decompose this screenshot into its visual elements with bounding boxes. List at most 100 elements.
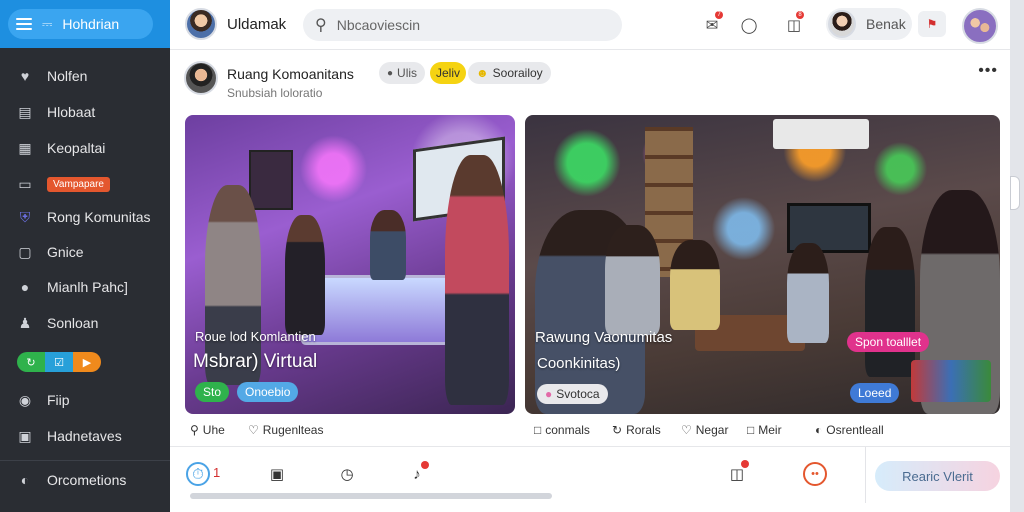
post-avatar[interactable] bbox=[184, 61, 218, 95]
bag-icon[interactable]: ◫ bbox=[725, 460, 749, 486]
location-pin-icon: ◉ bbox=[18, 391, 32, 408]
sidebar-footer-item[interactable]: ◐ Orcometions bbox=[0, 460, 170, 498]
flag-icon[interactable]: ⚑ bbox=[918, 11, 946, 37]
gift-icon[interactable]: ◫ 8 bbox=[783, 11, 805, 36]
action-label: Osrentleall bbox=[826, 423, 884, 437]
notification-dot bbox=[421, 461, 429, 469]
timer-icon[interactable]: ⏱ bbox=[186, 462, 210, 486]
poster-image bbox=[249, 150, 293, 210]
clock-icon[interactable]: ◷ bbox=[335, 462, 359, 486]
react-button[interactable]: Rearic Vlerit bbox=[875, 461, 1000, 491]
sidebar-item-sonloan[interactable]: ♟ Sonloan bbox=[0, 308, 170, 338]
card-chip-label: Svotoca bbox=[556, 387, 600, 401]
profile-icon[interactable]: ◯ bbox=[738, 14, 760, 36]
person-image bbox=[370, 210, 406, 280]
play-icon[interactable]: ▶ bbox=[73, 352, 101, 372]
refresh-icon: ↻ bbox=[612, 423, 623, 437]
action-item[interactable]: ♡ Negar bbox=[681, 423, 728, 437]
search-icon: ⚲ bbox=[315, 17, 327, 34]
media-card[interactable]: Roue lod Komlantien Msbrar) Virtual Sto … bbox=[185, 115, 515, 414]
home-button[interactable]: ⎓ Hohdrian bbox=[8, 9, 153, 39]
sidebar-badge-label: Vampapare bbox=[47, 176, 110, 192]
compass-icon: ◐ bbox=[20, 471, 30, 488]
card-chip[interactable]: Sto bbox=[195, 382, 230, 402]
person-icon: ♟ bbox=[18, 314, 32, 331]
scroll-handle[interactable] bbox=[1010, 176, 1020, 210]
more-circle-icon[interactable]: •• bbox=[803, 462, 827, 486]
comment-icon: □ bbox=[534, 423, 542, 437]
person-image bbox=[787, 243, 829, 343]
action-item[interactable]: ◐ Osrentleall bbox=[815, 423, 884, 437]
more-options-icon[interactable]: ••• bbox=[978, 62, 998, 80]
sidebar-item-gnice[interactable]: ▢ Gnice bbox=[0, 237, 170, 267]
sidebar-item-mianlh-pahc[interactable]: ● Mianlh Pahc] bbox=[0, 272, 170, 302]
post-title[interactable]: Ruang Komoanitans bbox=[227, 66, 354, 82]
horizontal-scrollbar[interactable] bbox=[190, 493, 552, 499]
card-chip[interactable]: Spon toalllet bbox=[847, 332, 930, 352]
counter-value: 1 bbox=[213, 465, 221, 480]
share-icon: ◐ bbox=[815, 423, 823, 437]
post-subtitle: Snubsiah loloratio bbox=[227, 86, 323, 100]
sidebar-item-label: Fiip bbox=[47, 392, 70, 408]
home-label: Hohdrian bbox=[62, 16, 120, 32]
notification-count: 7 bbox=[715, 11, 723, 19]
notification-dot bbox=[741, 460, 749, 468]
card-chip[interactable]: ● Svotoca bbox=[537, 384, 608, 404]
card-chip[interactable]: Loeed bbox=[850, 383, 900, 403]
user-menu[interactable]: Benak bbox=[826, 8, 912, 40]
sidebar-item-label: Sonloan bbox=[47, 315, 99, 331]
media-card[interactable]: Rawung Vaonumitas Coonkinitas) ● Svotoca… bbox=[525, 115, 1000, 414]
action-item[interactable]: ↻ Rorals bbox=[612, 423, 661, 437]
search-input[interactable]: Nbcaoviescin bbox=[337, 17, 420, 33]
tag-chip[interactable]: ● Ulis bbox=[379, 62, 426, 84]
topbar: Uldamak ⚲ Nbcaoviescin ✉ 7 ◯ ◫ 8 Benak ⚑ bbox=[170, 0, 1010, 50]
divider bbox=[865, 447, 866, 503]
sidebar-item-rong-komunitas[interactable]: ⛨ Rong Komunitas bbox=[0, 202, 170, 232]
document-icon: ▤ bbox=[18, 103, 32, 120]
image-icon[interactable]: ▣ bbox=[265, 462, 289, 486]
user-icon: ● bbox=[20, 279, 30, 295]
search-bar[interactable]: ⚲ Nbcaoviescin bbox=[303, 9, 622, 41]
card-chip[interactable]: Onoebio bbox=[237, 382, 299, 402]
person-image bbox=[605, 225, 660, 335]
tag-label: Ulis bbox=[397, 66, 418, 80]
page-title: Uldamak bbox=[227, 16, 287, 33]
sidebar-item-hlobaat[interactable]: ▤ Hlobaat bbox=[0, 97, 170, 127]
action-label: conmals bbox=[545, 423, 590, 437]
notification-icon[interactable]: ✉ 7 bbox=[701, 11, 723, 36]
group-avatar[interactable] bbox=[962, 8, 998, 44]
tag-chip[interactable]: ☻ Soorailoy bbox=[468, 62, 551, 84]
heart-icon: ♡ bbox=[681, 423, 692, 437]
thumbnail-image[interactable] bbox=[911, 360, 991, 402]
sidebar-item-label: Gnice bbox=[47, 244, 84, 260]
sidebar-item-fiip[interactable]: ◉ Fiip bbox=[0, 385, 170, 415]
folder-icon: ▭ bbox=[18, 175, 32, 192]
action-item[interactable]: ♡ Rugenlteas bbox=[248, 423, 323, 437]
action-item[interactable]: □ Meir bbox=[747, 423, 782, 437]
music-icon[interactable]: ♪ bbox=[405, 461, 429, 486]
sidebar: ⎓ Hohdrian ♥ Nolfen ▤ Hlobaat ▦ Keopalta… bbox=[0, 0, 170, 512]
like-icon: ♡ bbox=[248, 423, 259, 437]
action-item[interactable]: □ conmals bbox=[534, 423, 590, 437]
camera-icon: ▣ bbox=[18, 427, 32, 444]
sidebar-item-hadnetaves[interactable]: ▣ Hadnetaves bbox=[0, 421, 170, 451]
check-card-icon[interactable]: ☑ bbox=[45, 352, 73, 372]
card-caption-big: Msbrar) Virtual bbox=[193, 351, 318, 372]
sidebar-pill-group: ↻ ☑ ▶ bbox=[0, 347, 170, 377]
action-label: Negar bbox=[695, 423, 729, 437]
hamburger-icon[interactable] bbox=[16, 18, 32, 30]
sidebar-item-label: Hadnetaves bbox=[47, 428, 122, 444]
sidebar-item-vampapare[interactable]: ▭ Vampapare bbox=[0, 169, 170, 199]
sidebar-item-label: Rong Komunitas bbox=[47, 209, 151, 225]
shield-icon: ⛨ bbox=[19, 208, 31, 225]
card-caption-big: Coonkinitas) bbox=[537, 355, 621, 372]
refresh-icon[interactable]: ↻ bbox=[17, 352, 45, 372]
sidebar-item-keopaltai[interactable]: ▦ Keopaltai bbox=[0, 133, 170, 163]
action-item[interactable]: ⚲ Uhe bbox=[190, 423, 225, 437]
tag-chip[interactable]: Jeliv bbox=[430, 62, 467, 84]
square-icon: ▢ bbox=[18, 243, 32, 260]
sidebar-item-nolfen[interactable]: ♥ Nolfen bbox=[0, 61, 170, 91]
avatar[interactable] bbox=[185, 8, 217, 40]
sidebar-item-label: Mianlh Pahc] bbox=[47, 279, 128, 295]
gift-count: 8 bbox=[796, 11, 804, 19]
